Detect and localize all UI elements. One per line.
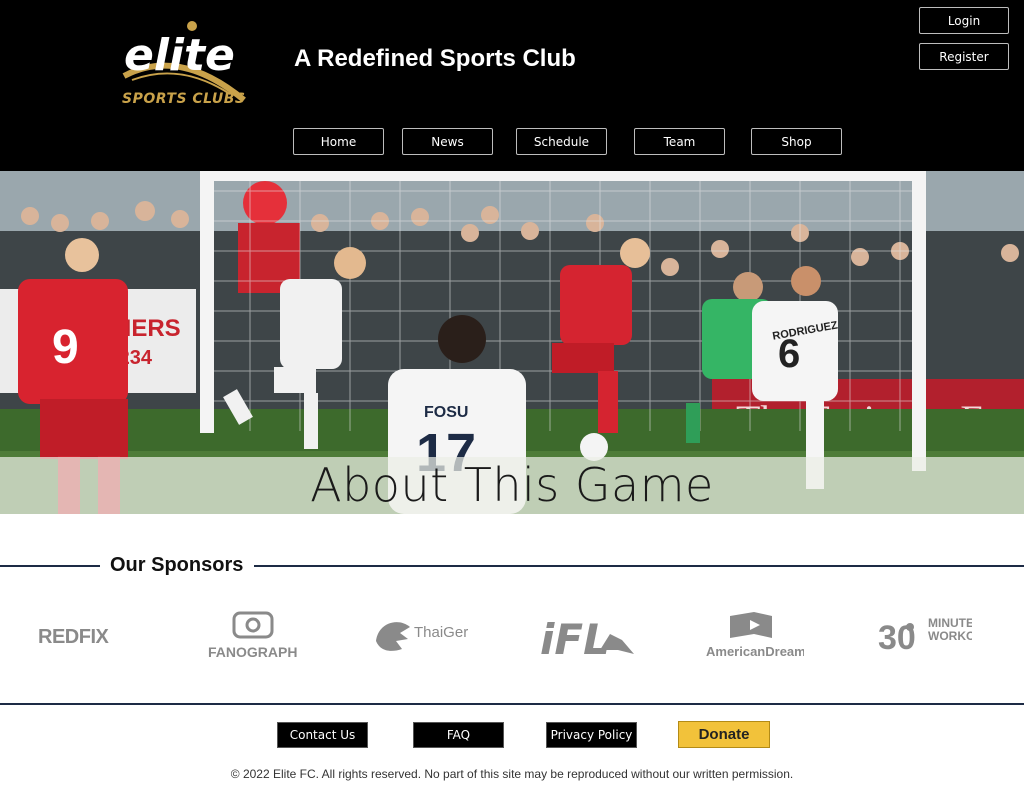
footer-divider (0, 703, 1024, 705)
contact-us-button[interactable]: Contact Us (277, 722, 368, 748)
nav-shop[interactable]: Shop (751, 128, 842, 155)
hero-banner: URIERS 3 234 The Emirates F 9 (0, 171, 1024, 514)
nav-schedule[interactable]: Schedule (516, 128, 607, 155)
donate-button[interactable]: Donate (678, 721, 770, 748)
nav-home[interactable]: Home (293, 128, 384, 155)
elite-sports-clubs-logo[interactable]: elite SPORTS CLUBS (118, 18, 268, 110)
nav-team[interactable]: Team (634, 128, 725, 155)
register-button[interactable]: Register (919, 43, 1009, 70)
site-header: elite SPORTS CLUBS A Redefined Sports Cl… (0, 0, 1024, 171)
svg-text:FANOGRAPH: FANOGRAPH (208, 644, 297, 660)
site-title: A Redefined Sports Club (294, 45, 576, 72)
sponsor-thaiger-logo[interactable]: ThaiGer (370, 605, 474, 665)
privacy-policy-button[interactable]: Privacy Policy (546, 722, 637, 748)
thirty-minute-workout-label: MINUTE WORKOUT (928, 617, 972, 643)
svg-text:REDFIX: REDFIX (38, 626, 110, 648)
svg-text:ThaiGer: ThaiGer (414, 624, 468, 641)
faq-button[interactable]: FAQ (413, 722, 504, 748)
sponsors-divider-left (0, 565, 100, 567)
svg-text:iFL: iFL (540, 615, 610, 660)
svg-text:SPORTS CLUBS: SPORTS CLUBS (122, 91, 245, 107)
sponsor-30-minute-workout-logo[interactable]: 30 MINUTE WORKOUT (876, 605, 972, 665)
hero-caption: About This Game (310, 458, 714, 512)
sponsor-american-dream-logo[interactable]: AmericanDream (704, 605, 804, 665)
sponsors-divider-right (254, 565, 1024, 567)
svg-text:FOSU: FOSU (424, 404, 468, 421)
svg-text:elite: elite (124, 30, 235, 81)
sponsor-fanograph-logo[interactable]: FANOGRAPH (206, 605, 302, 665)
svg-text:9: 9 (52, 321, 79, 374)
sponsors-heading: Our Sponsors (110, 554, 244, 576)
sponsor-redfix-logo[interactable]: REDFIX (38, 605, 138, 665)
nav-news[interactable]: News (402, 128, 493, 155)
copyright-notice: © 2022 Elite FC. All rights reserved. No… (230, 767, 794, 781)
svg-text:AmericanDream: AmericanDream (706, 644, 804, 659)
login-button[interactable]: Login (919, 7, 1009, 34)
sponsor-ifl-logo[interactable]: iFL (538, 605, 638, 665)
